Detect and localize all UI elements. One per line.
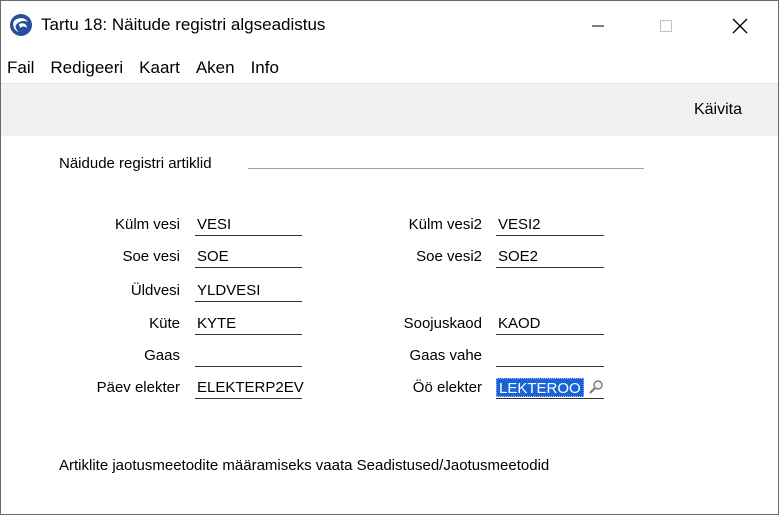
input-kulm-vesi[interactable]: VESI: [195, 214, 302, 236]
menu-redigeeri[interactable]: Redigeeri: [42, 58, 131, 78]
label-soojuskaod: Soojuskaod: [403, 315, 482, 332]
input-soe-vesi2[interactable]: SOE2: [496, 246, 604, 268]
input-gaas[interactable]: [195, 345, 302, 367]
minimize-icon: [592, 25, 604, 27]
settings-form: Näidude registri artiklid Külm vesi VESI…: [1, 136, 778, 514]
input-uldvesi[interactable]: YLDVESI: [195, 280, 302, 302]
window-title: Tartu 18: Näitude registri algseadistus: [41, 15, 326, 34]
label-gaas-vahe: Gaas vahe: [409, 347, 482, 364]
label-kulm-vesi2: Külm vesi2: [408, 216, 482, 233]
input-soojuskaod[interactable]: KAOD: [496, 313, 604, 335]
label-paev-elekter: Päev elekter: [96, 379, 180, 396]
section-title: Näidude registri artiklid: [59, 155, 212, 172]
run-button[interactable]: Käivita: [694, 101, 742, 119]
input-soe-vesi[interactable]: SOE: [195, 246, 302, 268]
label-uldvesi: Üldvesi: [130, 282, 180, 299]
close-icon: [732, 18, 748, 34]
menu-aken[interactable]: Aken: [188, 58, 243, 78]
menu-bar: Fail Redigeeri Kaart Aken Info: [1, 53, 778, 83]
input-oo-elekter[interactable]: LEKTEROO: [496, 377, 604, 399]
search-icon[interactable]: [588, 379, 604, 400]
close-button[interactable]: [717, 1, 763, 51]
input-kulm-vesi2[interactable]: VESI2: [496, 214, 604, 236]
label-soe-vesi2: Soe vesi2: [416, 248, 482, 265]
help-note: Artiklite jaotusmeetodite määramiseks va…: [59, 457, 550, 474]
menu-fail[interactable]: Fail: [1, 58, 42, 78]
app-window: Tartu 18: Näitude registri algseadistus …: [0, 0, 779, 515]
label-soe-vesi: Soe vesi: [122, 248, 180, 265]
maximize-button[interactable]: [643, 1, 689, 51]
input-gaas-vahe[interactable]: [496, 345, 604, 367]
label-gaas: Gaas: [144, 347, 180, 364]
label-kute: Küte: [149, 315, 180, 332]
maximize-icon: [660, 20, 672, 32]
title-bar[interactable]: Tartu 18: Näitude registri algseadistus: [1, 1, 778, 51]
input-paev-elekter[interactable]: ELEKTERP2EV: [195, 377, 304, 399]
minimize-button[interactable]: [575, 1, 621, 51]
label-kulm-vesi: Külm vesi: [114, 216, 180, 233]
label-oo-elekter: Öö elekter: [412, 379, 482, 396]
section-divider: [248, 168, 644, 169]
toolbar: Käivita: [1, 83, 778, 137]
selected-text: LEKTEROO: [496, 378, 584, 397]
menu-info[interactable]: Info: [243, 58, 287, 78]
app-globe-icon[interactable]: [9, 13, 33, 37]
menu-kaart[interactable]: Kaart: [131, 58, 188, 78]
input-kute[interactable]: KYTE: [195, 313, 302, 335]
